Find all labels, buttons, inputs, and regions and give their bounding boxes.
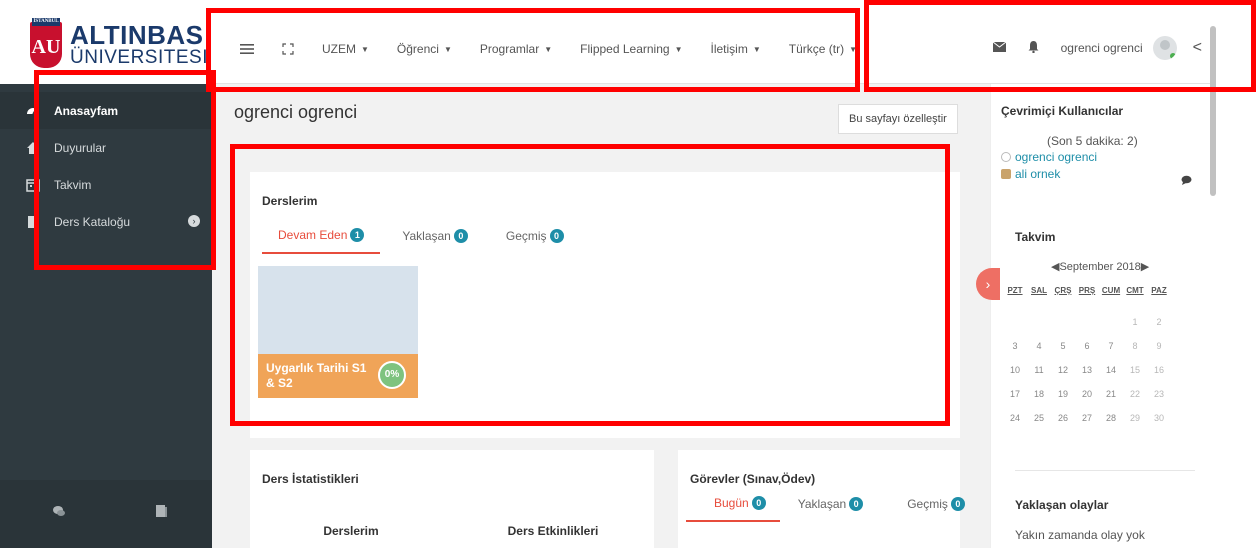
caret-down-icon: ▼ <box>443 44 452 54</box>
brand-sub: ÜNIVERSITESI <box>70 47 208 68</box>
top-menu: UZEM ▼ Öğrenci ▼ Programlar ▼ Flipped Learn… <box>240 42 885 56</box>
menu-flipped-learning[interactable]: Flipped Learning ▼ <box>580 42 682 56</box>
course-stats-title: Ders İstatistikleri <box>262 472 359 486</box>
count-badge: 0 <box>751 496 766 510</box>
tab-gecmis[interactable]: Geçmiş 0 <box>490 224 580 254</box>
envelope-icon[interactable] <box>992 41 1006 55</box>
main-content: ogrenci ogrenci Bu sayfayı özelleştir De… <box>212 84 990 548</box>
book-icon[interactable] <box>154 504 168 518</box>
tasks-block: Görevler (Sınav,Ödev) Bugün 0 Yaklaşan 0… <box>678 450 965 548</box>
course-stats-block: Ders İstatistikleri Derslerim Ders Etkin… <box>250 450 654 548</box>
online-user-item[interactable]: ali ornek <box>1001 167 1060 181</box>
course-card[interactable]: Uygarlık Tarihi S1 & S2 0% <box>258 266 418 398</box>
count-badge: 0 <box>849 497 864 511</box>
user-name[interactable]: ogrenci ogrenci <box>1061 41 1143 55</box>
fullscreen-icon[interactable] <box>282 43 294 55</box>
user-icon <box>1001 152 1011 162</box>
dashboard-icon <box>26 104 40 118</box>
calendar-week: 17 18 19 20 21 22 23 <box>1009 389 1164 399</box>
sidebar-item-anasayfam[interactable]: Anasayfam <box>0 92 212 129</box>
top-navbar: UZEM ▼ Öğrenci ▼ Programlar ▼ Flipped Learn… <box>212 0 1256 84</box>
tab-yaklasan[interactable]: Yaklaşan 0 <box>386 224 483 254</box>
university-crest-icon: İSTANBUL AU <box>30 18 62 68</box>
user-icon <box>1001 169 1011 179</box>
my-courses-title: Derslerim <box>262 194 318 208</box>
progress-ring: 0% <box>378 361 406 389</box>
count-badge: 0 <box>549 229 564 243</box>
hamburger-icon[interactable] <box>240 43 254 55</box>
stats-columns: Derslerim Ders Etkinlikleri <box>250 524 654 538</box>
brand-name: ALTINBAS <box>70 20 204 50</box>
customize-page-button[interactable]: Bu sayfayı özelleştir <box>838 104 958 134</box>
menu-iletisim[interactable]: İletişim ▼ <box>710 42 760 56</box>
divider <box>1015 470 1195 471</box>
course-name[interactable]: Uygarlık Tarihi S1 & S2 <box>266 361 374 391</box>
sidebar-item-ders-katalogu[interactable]: Ders Kataloğu › <box>0 203 212 240</box>
course-footer: Uygarlık Tarihi S1 & S2 0% <box>258 354 418 398</box>
calendar-week: 24 25 26 27 28 29 30 <box>1009 413 1164 423</box>
sidebar-nav: Anasayfam Duyurular Takvim Ders Kataloğu… <box>0 92 212 240</box>
task-tabs: Bugün 0 Yaklaşan 0 Geçmiş 0 <box>686 492 975 522</box>
message-icon[interactable] <box>1181 174 1192 188</box>
calendar-month-nav[interactable]: ◀September 2018▶ <box>1051 260 1149 273</box>
calendar-grid: 12 3456789 10 11 12 13 14 15 16 17 18 19 20 21 22 23… <box>991 310 1203 430</box>
logo[interactable]: İSTANBUL AU ALTINBAS ÜNIVERSITESI <box>0 0 212 84</box>
home-icon <box>26 141 40 155</box>
stats-col-activities: Ders Etkinlikleri <box>507 524 599 538</box>
upcoming-events-empty: Yakın zamanda olay yok <box>1015 528 1145 542</box>
caret-down-icon: ▼ <box>361 44 369 54</box>
chevron-left-icon[interactable]: < <box>1193 39 1202 57</box>
sidebar-footer <box>0 480 212 548</box>
count-badge: 0 <box>453 229 468 243</box>
caret-down-icon: ▼ <box>752 44 761 54</box>
calendar-icon <box>26 178 40 192</box>
chevron-right-icon[interactable]: › <box>188 215 200 227</box>
sidebar-item-duyurular[interactable]: Duyurular <box>0 129 212 166</box>
my-courses-block: Derslerim Devam Eden 1 Yaklaşan 0 Geçmiş… <box>250 172 960 438</box>
bell-icon[interactable] <box>1028 40 1039 56</box>
menu-language[interactable]: Türkçe (tr) ▼ <box>789 42 857 56</box>
calendar-week: 3456789 <box>1012 341 1162 351</box>
user-area: ogrenci ogrenci < <box>992 36 1202 60</box>
calendar-week: 10 11 12 13 14 15 16 <box>1009 365 1164 375</box>
calendar-title: Takvim <box>1015 230 1056 244</box>
online-users-title: Çevrimiçi Kullanıcılar <box>1001 104 1124 118</box>
menu-programlar[interactable]: Programlar ▼ <box>480 42 552 56</box>
online-user-item[interactable]: ogrenci ogrenci <box>1001 150 1097 164</box>
calendar-week: 12 <box>1132 317 1162 327</box>
scrollbar-thumb[interactable] <box>1210 26 1216 196</box>
upcoming-events-title: Yaklaşan olaylar <box>1015 498 1109 512</box>
right-blocks: Çevrimiçi Kullanıcılar (Son 5 dakika: 2)… <box>990 84 1212 548</box>
tab-devam-eden[interactable]: Devam Eden 1 <box>262 224 381 254</box>
caret-down-icon: ▼ <box>674 44 683 54</box>
avatar[interactable] <box>1152 36 1177 60</box>
caret-down-icon: ▼ <box>849 44 858 54</box>
page-scrollbar[interactable] <box>1212 0 1256 548</box>
chat-icon[interactable] <box>52 504 66 518</box>
menu-uzem[interactable]: UZEM ▼ <box>322 42 369 56</box>
course-image[interactable] <box>258 266 418 354</box>
drawer-toggle-button[interactable]: › <box>976 268 1000 300</box>
book-icon <box>26 215 40 229</box>
tasks-title: Görevler (Sınav,Ödev) <box>690 472 816 486</box>
tab-gecmis[interactable]: Geçmiş 0 <box>881 492 975 522</box>
count-badge: 1 <box>350 228 365 242</box>
sidebar: İSTANBUL AU ALTINBAS ÜNIVERSITESI Anasay… <box>0 0 212 548</box>
sidebar-item-takvim[interactable]: Takvim <box>0 166 212 203</box>
online-users-count: (Son 5 dakika: 2) <box>1047 134 1138 148</box>
tab-bugun[interactable]: Bugün 0 <box>686 492 780 522</box>
caret-down-icon: ▼ <box>544 44 553 54</box>
course-tabs: Devam Eden 1 Yaklaşan 0 Geçmiş 0 <box>262 224 586 254</box>
stats-col-courses: Derslerim <box>323 524 379 538</box>
online-status-dot <box>1169 53 1176 59</box>
menu-ogrenci[interactable]: Öğrenci ▼ <box>397 42 452 56</box>
calendar-weekdays: PZT SAL ÇRŞ PRŞ CUM CMT PAZ <box>1007 286 1167 295</box>
page-title: ogrenci ogrenci <box>234 102 358 122</box>
tab-yaklasan[interactable]: Yaklaşan 0 <box>784 492 877 522</box>
count-badge: 0 <box>950 497 965 511</box>
